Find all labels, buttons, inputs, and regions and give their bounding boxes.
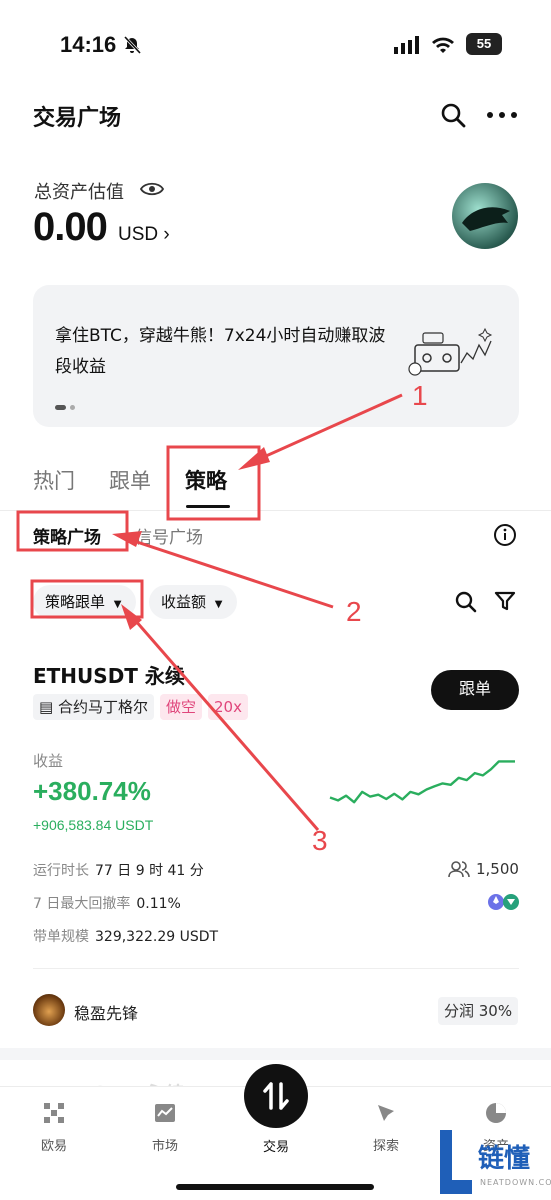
annotation-label-3: 3 [312, 825, 328, 856]
watermark-subtext: NEATDOWN.COM [480, 1178, 551, 1187]
watermark-logo [440, 1130, 472, 1194]
swap-arrows-icon [263, 1082, 289, 1110]
annotation-label-1: 1 [412, 380, 428, 411]
nav-explore[interactable]: 探索 [346, 1101, 426, 1154]
annotation-arrow-2 [121, 535, 334, 609]
nav-label: 市场 [151, 1139, 178, 1154]
watermark-text: 链懂 [478, 1144, 531, 1174]
compass-icon [378, 1105, 394, 1121]
annotation-label-2: 2 [346, 596, 362, 627]
annotation-arrow-3 [126, 611, 320, 831]
okx-logo-icon [44, 1103, 64, 1123]
nav-label: 欧易 [40, 1139, 67, 1154]
annotation-box-strategy-square [16, 510, 129, 552]
annotation-box-strategy-tab [166, 445, 261, 521]
annotation-overlay [16, 393, 403, 831]
nav-trade-button[interactable] [244, 1064, 308, 1128]
annotation-arrowhead-1 [238, 447, 270, 470]
nav-okx[interactable]: 欧易 [14, 1101, 94, 1154]
annotation-arrow-1 [245, 393, 403, 467]
market-chart-icon [155, 1104, 175, 1122]
pie-chart-icon [486, 1103, 506, 1123]
home-indicator [176, 1184, 374, 1190]
nav-market[interactable]: 市场 [125, 1101, 205, 1154]
nav-label: 探索 [372, 1139, 399, 1154]
nav-trade-label: 交易 [262, 1140, 289, 1155]
